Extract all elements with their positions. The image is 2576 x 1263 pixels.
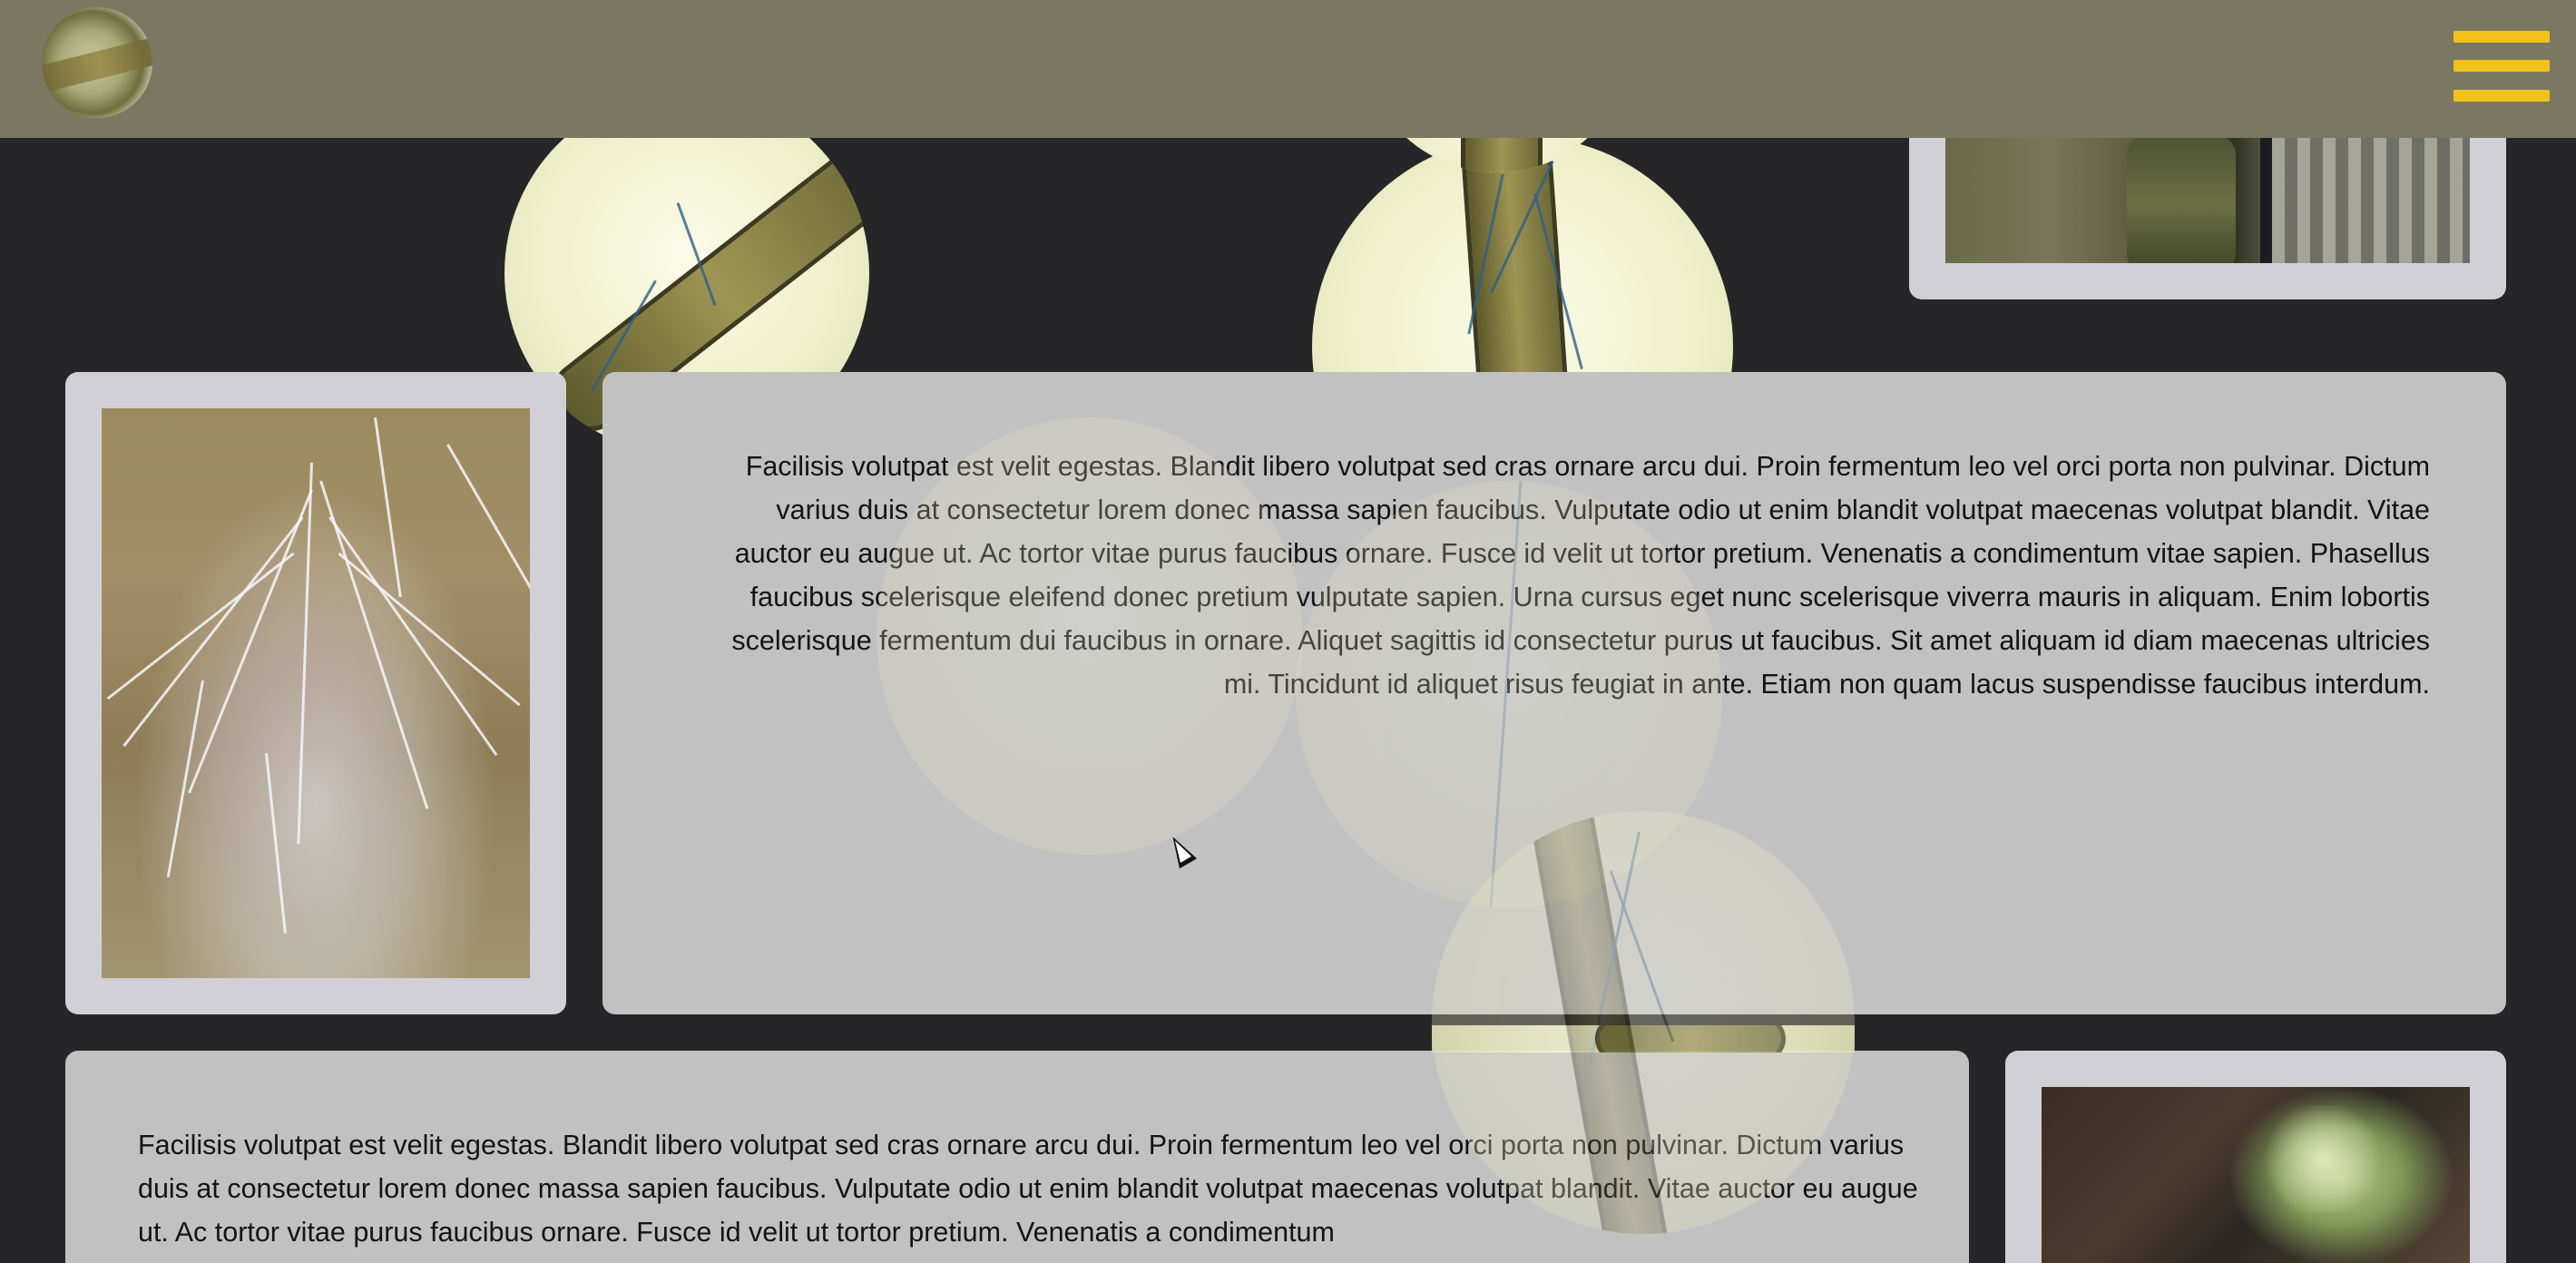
mycelium-strand [328,516,498,756]
menu-bar-middle [2454,60,2550,72]
page: Facilisis volutpat est velit egestas. Bl… [0,0,2576,1263]
logo-microscope-icon[interactable] [42,7,152,118]
mycelium-strand [106,552,295,700]
photo-card-mycelium [65,372,566,1014]
menu-bar-bottom [2454,90,2550,102]
microscope-root-overlay [1432,811,1855,1234]
photo-card-plant [2005,1051,2506,1263]
logo-root-image [42,34,152,94]
tree-person-photo[interactable] [1945,136,2470,263]
mycelium-strand [166,680,204,877]
mycelium-strand [446,444,530,602]
hamburger-menu-icon[interactable] [2454,31,2550,102]
mycelium-strand [374,416,402,598]
mycelium-photo[interactable] [102,408,530,978]
mycelium-strand [338,552,521,707]
microscope-root-overlay [877,417,1303,855]
plant-photo[interactable] [2042,1087,2470,1263]
mycelium-strand [122,516,304,748]
mycelium-strand [319,480,429,809]
mycelium-strand [265,752,287,935]
menu-bar-top [2454,31,2550,43]
root-fiber [1489,481,1523,907]
top-navigation-bar [0,0,2576,138]
